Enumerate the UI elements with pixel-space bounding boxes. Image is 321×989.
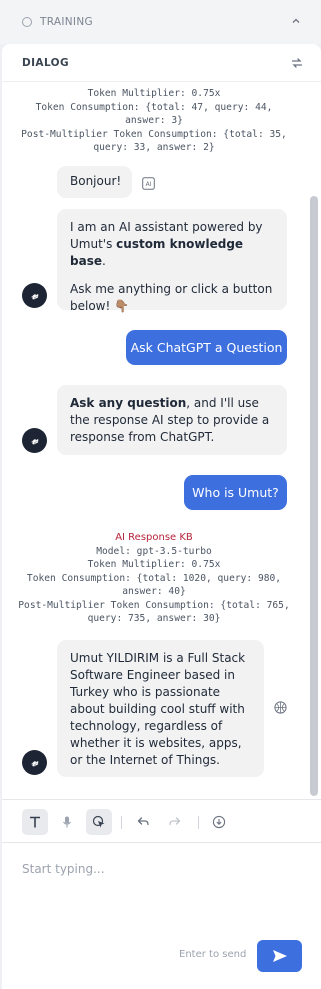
knowledge-base-icon <box>274 701 287 714</box>
token-multiplier-text: Token Multiplier: 0.75x <box>87 88 221 99</box>
post-multiplier-text: Post-Multiplier Token Consumption: {tota… <box>21 128 287 140</box>
intro-text-2: Ask me anything or click a button below!… <box>70 282 273 313</box>
dialog-header: DIALOG <box>2 44 321 82</box>
user-message-who-is-umut[interactable]: Who is Umut? <box>184 475 287 510</box>
pointer-click-icon <box>92 815 105 828</box>
message-text: Bonjour! <box>70 174 122 188</box>
token-info-kb: AI Response KB Model: gpt-3.5-turbo Toke… <box>14 531 294 626</box>
post-multiplier-text-cont: query: 735, answer: 30} <box>87 613 221 624</box>
scrollbar-thumb[interactable] <box>310 196 318 796</box>
assistant-avatar: 𝓋 <box>22 750 47 775</box>
post-multiplier-text-cont: query: 33, answer: 2} <box>93 142 215 153</box>
ai-badge-icon: AI <box>142 177 155 190</box>
download-icon <box>212 815 226 829</box>
ai-message-intro: I am an AI assistant powered by Umut's c… <box>57 209 287 313</box>
refresh-icon[interactable] <box>290 56 304 70</box>
toolbar-divider <box>121 816 122 829</box>
ai-message-bonjour: Bonjour! <box>57 166 132 198</box>
assistant-avatar: 𝓋 <box>22 283 47 308</box>
user-message-ask-chatgpt[interactable]: Ask ChatGPT a Question <box>126 330 287 365</box>
dialog-panel: DIALOG Token Multiplier: 0.75x Token Con… <box>2 44 321 989</box>
training-radio-icon <box>22 17 32 27</box>
toolbar-divider <box>198 816 199 829</box>
training-section-header[interactable]: TRAINING <box>0 0 321 44</box>
undo-button[interactable] <box>130 809 156 835</box>
microphone-icon <box>63 816 71 828</box>
message-composer[interactable]: Start typing... Enter to send <box>2 844 321 989</box>
assistant-avatar: 𝓋 <box>22 428 47 453</box>
ai-message-ask-any: Ask any question, and I'll use the respo… <box>57 385 287 455</box>
model-text: Model: gpt-3.5-turbo <box>96 545 212 557</box>
token-consumption-text: Token Consumption: {total: 47, query: 44… <box>35 101 273 113</box>
token-consumption-text-cont: answer: 40} <box>122 586 186 597</box>
training-label: TRAINING <box>40 16 93 28</box>
send-icon <box>272 950 287 962</box>
ai-message-answer: Umut YILDIRIM is a Full Stack Software E… <box>57 640 264 777</box>
post-multiplier-text: Post-Multiplier Token Consumption: {tota… <box>18 599 290 611</box>
token-consumption-text: Token Consumption: {total: 1020, query: … <box>26 572 282 584</box>
token-consumption-text-cont: answer: 3} <box>125 115 183 126</box>
ai-response-kb-title: AI Response KB <box>115 532 193 543</box>
send-button[interactable] <box>257 940 302 972</box>
message-text: Who is Umut? <box>192 485 279 500</box>
undo-icon <box>137 817 149 826</box>
text-mode-button[interactable] <box>22 809 48 835</box>
dialog-title: DIALOG <box>22 56 70 69</box>
redo-button[interactable] <box>162 809 188 835</box>
voice-mode-button[interactable] <box>54 809 80 835</box>
text-icon <box>30 816 40 828</box>
chat-transcript[interactable]: Token Multiplier: 0.75x Token Consumptio… <box>2 82 321 799</box>
token-multiplier-text: Token Multiplier: 0.75x <box>87 559 221 570</box>
message-input[interactable]: Start typing... <box>22 862 105 876</box>
intro-text: I am an AI assistant powered by Umut's c… <box>70 220 263 268</box>
composer-toolbar <box>2 799 321 843</box>
redo-icon <box>169 817 181 826</box>
svg-text:AI: AI <box>146 181 152 188</box>
message-text: Ask ChatGPT a Question <box>130 340 283 355</box>
chevron-up-icon[interactable] <box>291 16 301 26</box>
token-info-top: Token Multiplier: 0.75x Token Consumptio… <box>14 87 294 155</box>
download-button[interactable] <box>206 809 232 835</box>
enter-to-send-hint: Enter to send <box>179 949 247 960</box>
button-mode-button[interactable] <box>86 809 112 835</box>
message-text: Umut YILDIRIM is a Full Stack Software E… <box>70 651 246 767</box>
